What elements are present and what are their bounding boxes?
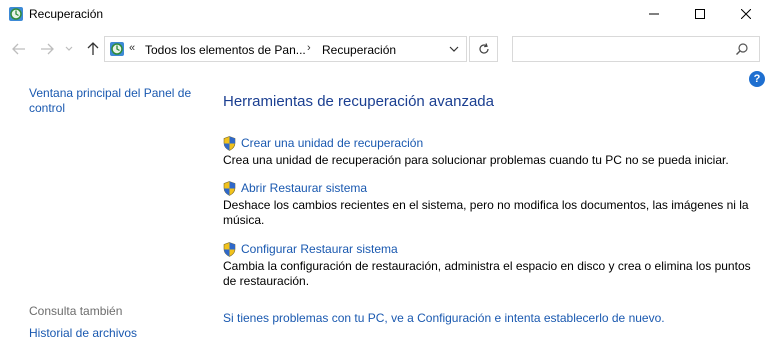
help-icon[interactable]: ? [749,71,765,87]
task-link-label[interactable]: Abrir Restaurar sistema [241,181,367,195]
refresh-button[interactable] [469,36,498,62]
arrow-up-icon [87,42,99,55]
maximize-button[interactable] [677,0,723,28]
refresh-icon [478,43,489,54]
maximize-icon [695,9,705,19]
control-panel-home-link[interactable]: Ventana principal del Panel de control [29,86,204,116]
reset-pc-settings-link[interactable]: Si tienes problemas con tu PC, ve a Conf… [223,311,665,325]
task-open-system-restore: Abrir Restaurar sistema Deshace los camb… [223,180,758,228]
task-description: Cambia la configuración de restauración,… [223,259,751,288]
breadcrumb-separator[interactable]: › [307,42,311,54]
uac-shield-icon [223,180,236,196]
close-icon [741,9,751,19]
file-history-link[interactable]: Historial de archivos [29,326,137,340]
task-create-recovery-drive: Crear una unidad de recuperación Crea un… [223,135,758,168]
open-system-restore-link[interactable]: Abrir Restaurar sistema [223,180,758,196]
create-recovery-drive-link[interactable]: Crear una unidad de recuperación [223,135,758,151]
address-dropdown-button[interactable] [444,40,464,58]
page-title: Herramientas de recuperación avanzada [223,93,494,110]
navigation-bar: « Todos los elementos de Pan... › Recupe… [0,34,769,64]
minimize-icon [649,13,659,15]
back-button[interactable] [9,39,29,59]
task-link-label[interactable]: Configurar Restaurar sistema [241,242,398,256]
search-icon[interactable] [735,42,749,56]
task-link-label[interactable]: Crear una unidad de recuperación [241,136,423,150]
arrow-right-icon [41,43,54,55]
breadcrumb-overflow[interactable]: « [129,42,135,54]
close-button[interactable] [723,0,769,28]
configure-system-restore-link[interactable]: Configurar Restaurar sistema [223,241,758,257]
uac-shield-icon [223,135,236,151]
title-bar: Recuperación [0,0,769,28]
search-box[interactable] [512,36,760,62]
window-title: Recuperación [29,7,104,21]
chevron-down-icon [65,46,73,51]
forward-button[interactable] [37,39,57,59]
task-configure-system-restore: Configurar Restaurar sistema Cambia la c… [223,241,758,289]
arrow-left-icon [12,43,25,55]
recent-locations-button[interactable] [62,39,76,59]
breadcrumb-all-items[interactable]: Todos los elementos de Pan... [145,43,306,57]
minimize-button[interactable] [631,0,677,28]
address-bar[interactable]: « Todos los elementos de Pan... › Recupe… [104,36,467,62]
search-input[interactable] [517,40,731,60]
up-button[interactable] [83,39,103,59]
control-panel-icon [109,41,125,57]
chevron-down-icon [449,46,459,52]
control-panel-recovery-icon [8,6,24,22]
uac-shield-icon [223,241,236,257]
task-description: Deshace los cambios recientes en el sist… [223,198,749,227]
task-description: Crea una unidad de recuperación para sol… [223,153,729,167]
breadcrumb-recovery[interactable]: Recuperación [322,43,396,57]
see-also-label: Consulta también [29,304,123,318]
